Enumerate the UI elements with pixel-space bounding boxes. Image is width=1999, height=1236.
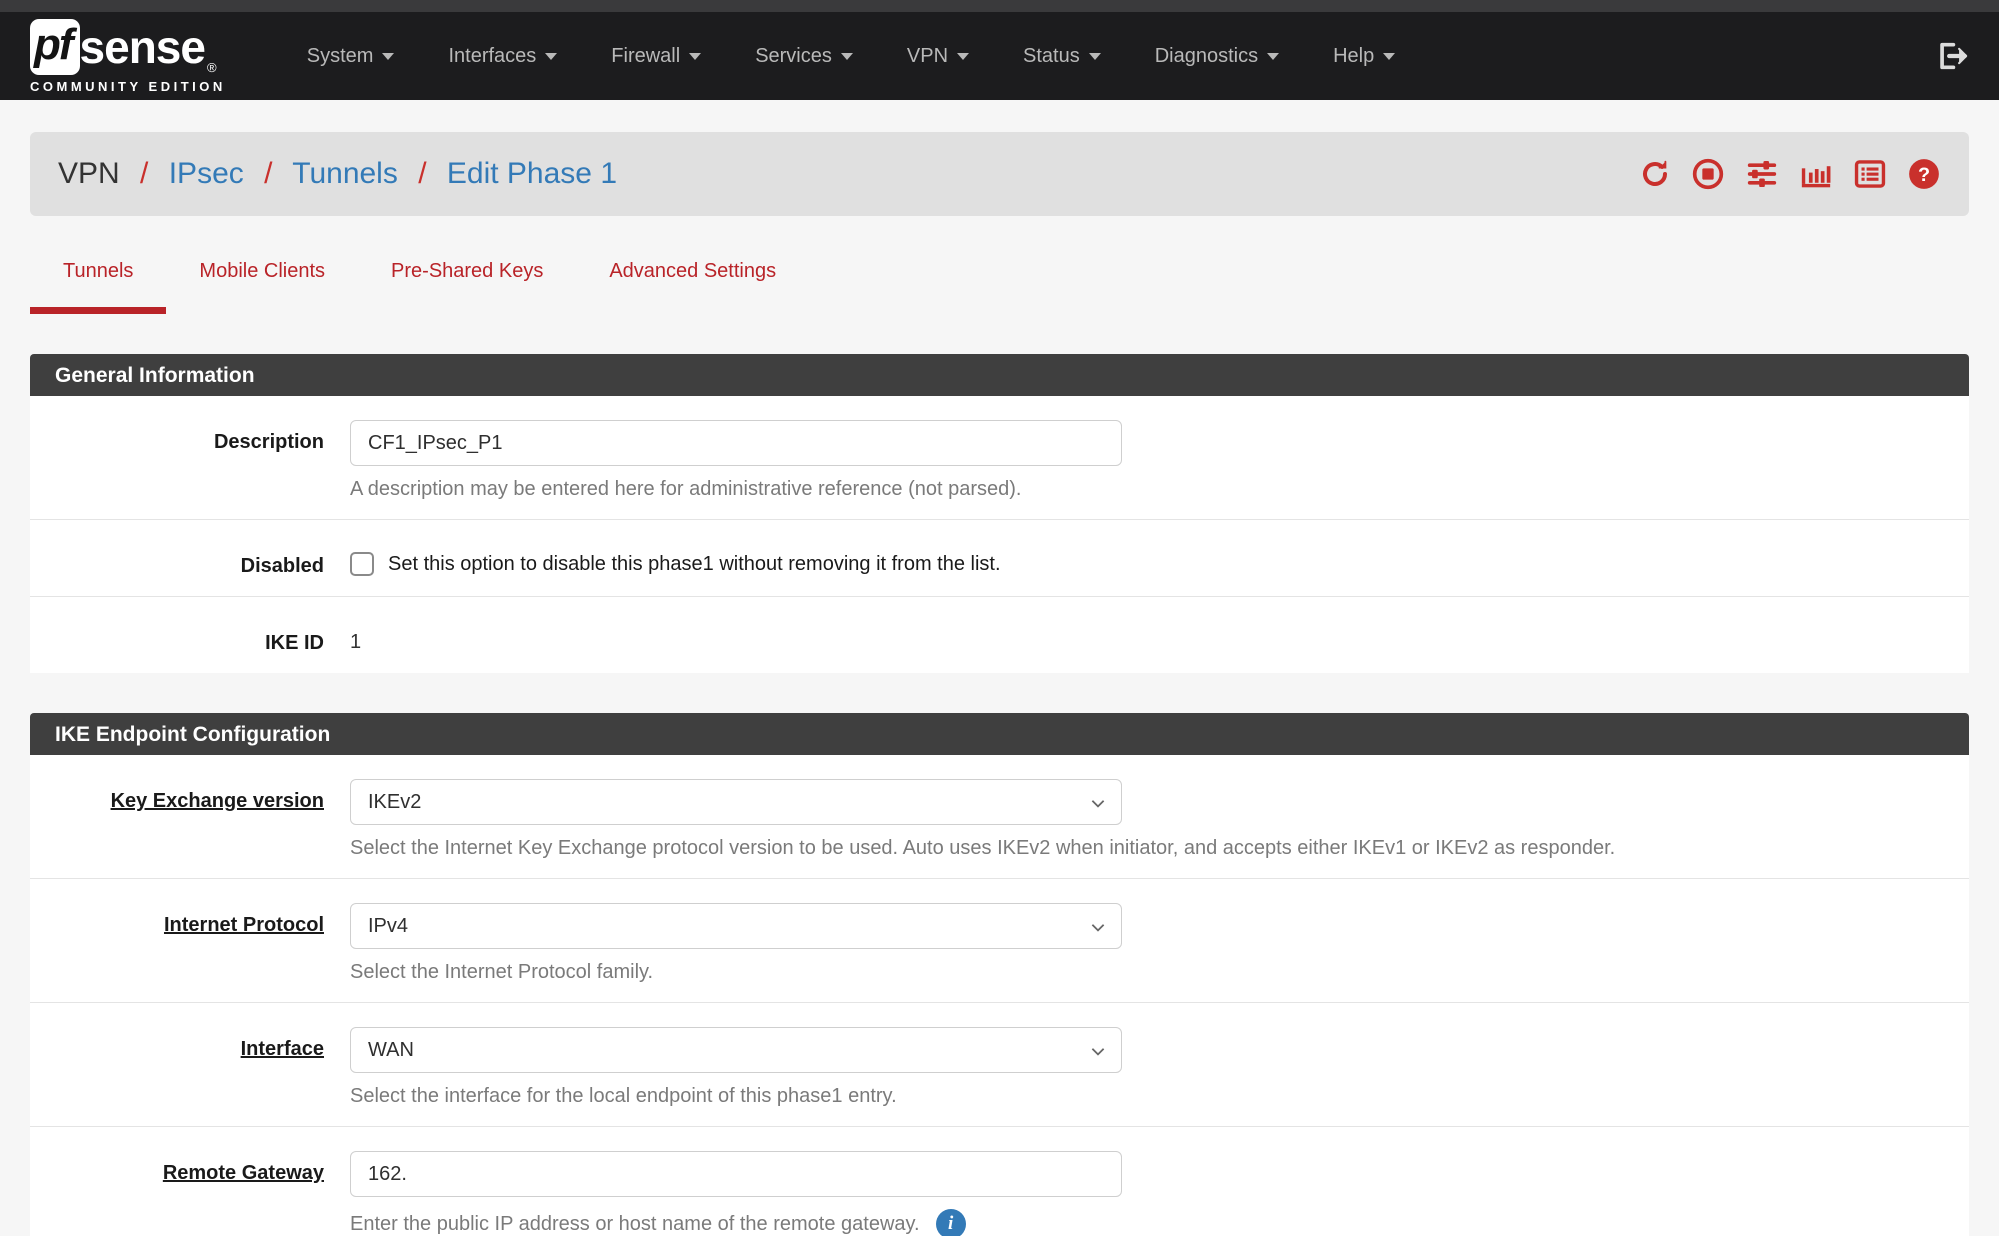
- chevron-down-icon: [545, 53, 557, 60]
- chevron-down-icon: [957, 53, 969, 60]
- refresh-icon[interactable]: [1639, 158, 1671, 190]
- menu-system[interactable]: System: [280, 45, 422, 68]
- description-help: A description may be entered here for ad…: [350, 478, 1969, 501]
- logo-text: sense: [80, 24, 205, 70]
- chevron-down-icon: [1089, 918, 1107, 942]
- chevron-down-icon: [1089, 794, 1107, 818]
- tab-advanced-settings[interactable]: Advanced Settings: [576, 260, 809, 314]
- remote-gateway-help: Enter the public IP address or host name…: [350, 1209, 1969, 1236]
- menu-diagnostics[interactable]: Diagnostics: [1128, 45, 1306, 68]
- chevron-down-icon: [841, 53, 853, 60]
- chevron-down-icon: [689, 53, 701, 60]
- logo-subtitle: COMMUNITY EDITION: [30, 79, 226, 94]
- bar-chart-icon[interactable]: [1799, 157, 1833, 191]
- breadcrumb-toolbar: ?: [1639, 157, 1941, 191]
- disabled-checkbox-label[interactable]: Set this option to disable this phase1 w…: [388, 553, 1001, 576]
- disabled-checkbox[interactable]: [350, 552, 374, 576]
- key-exchange-select[interactable]: IKEv2: [350, 779, 1122, 825]
- internet-protocol-label: Internet Protocol: [30, 903, 350, 984]
- pf-logo-badge: pf: [30, 19, 80, 75]
- top-strip: [0, 0, 1999, 12]
- ike-id-label: IKE ID: [30, 621, 350, 655]
- breadcrumb-link-tunnels[interactable]: Tunnels: [292, 157, 398, 190]
- description-label: Description: [30, 420, 350, 501]
- chevron-down-icon: [1089, 1042, 1107, 1066]
- interface-row: Interface WAN Select the interface for t…: [30, 1003, 1969, 1127]
- disabled-row: Disabled Set this option to disable this…: [30, 520, 1969, 597]
- menu-services[interactable]: Services: [728, 45, 880, 68]
- key-exchange-help: Select the Internet Key Exchange protoco…: [350, 837, 1969, 860]
- interface-help: Select the interface for the local endpo…: [350, 1085, 1969, 1108]
- interface-select[interactable]: WAN: [350, 1027, 1122, 1073]
- section-title-general: General Information: [30, 354, 1969, 396]
- tab-bar: Tunnels Mobile Clients Pre-Shared Keys A…: [30, 260, 1969, 314]
- sliders-icon[interactable]: [1745, 157, 1779, 191]
- navbar: pf sense ® COMMUNITY EDITION System Inte…: [0, 12, 1999, 100]
- ike-id-row: IKE ID 1: [30, 597, 1969, 673]
- description-input[interactable]: [350, 420, 1122, 466]
- tab-mobile-clients[interactable]: Mobile Clients: [166, 260, 358, 314]
- interface-label: Interface: [30, 1027, 350, 1108]
- info-icon[interactable]: i: [936, 1209, 966, 1236]
- menu-interfaces[interactable]: Interfaces: [421, 45, 584, 68]
- tab-tunnels[interactable]: Tunnels: [30, 260, 166, 314]
- chevron-down-icon: [382, 53, 394, 60]
- sign-out-icon[interactable]: [1935, 39, 1969, 73]
- menu-status[interactable]: Status: [996, 45, 1128, 68]
- ike-id-value: 1: [350, 621, 1969, 654]
- breadcrumb: VPN / IPsec / Tunnels / Edit Phase 1: [58, 157, 617, 191]
- chevron-down-icon: [1267, 53, 1279, 60]
- key-exchange-label: Key Exchange version: [30, 779, 350, 860]
- menu-firewall[interactable]: Firewall: [584, 45, 728, 68]
- stop-circle-icon[interactable]: [1691, 157, 1725, 191]
- general-panel: Description A description may be entered…: [30, 396, 1969, 673]
- chevron-down-icon: [1383, 53, 1395, 60]
- remote-gateway-row: Remote Gateway Enter the public IP addre…: [30, 1127, 1969, 1236]
- breadcrumb-root: VPN: [58, 157, 120, 190]
- key-exchange-row: Key Exchange version IKEv2 Select the In…: [30, 755, 1969, 879]
- internet-protocol-row: Internet Protocol IPv4 Select the Intern…: [30, 879, 1969, 1003]
- remote-gateway-input[interactable]: [350, 1151, 1122, 1197]
- disabled-label: Disabled: [30, 544, 350, 578]
- section-title-ike-endpoint: IKE Endpoint Configuration: [30, 713, 1969, 755]
- svg-text:?: ?: [1918, 164, 1930, 186]
- ike-endpoint-panel: Key Exchange version IKEv2 Select the In…: [30, 755, 1969, 1236]
- internet-protocol-select[interactable]: IPv4: [350, 903, 1122, 949]
- list-icon[interactable]: [1853, 157, 1887, 191]
- breadcrumb-current[interactable]: Edit Phase 1: [447, 157, 617, 190]
- description-row: Description A description may be entered…: [30, 396, 1969, 520]
- menu-vpn[interactable]: VPN: [880, 45, 996, 68]
- tab-pre-shared-keys[interactable]: Pre-Shared Keys: [358, 260, 576, 314]
- menu-help[interactable]: Help: [1306, 45, 1422, 68]
- remote-gateway-label: Remote Gateway: [30, 1151, 350, 1236]
- question-circle-icon[interactable]: ?: [1907, 157, 1941, 191]
- registered-mark: ®: [207, 60, 217, 75]
- breadcrumb-bar: VPN / IPsec / Tunnels / Edit Phase 1: [30, 132, 1969, 216]
- pfsense-logo[interactable]: pf sense ® COMMUNITY EDITION: [30, 19, 226, 94]
- main-menu: System Interfaces Firewall Services VPN …: [280, 45, 1422, 68]
- chevron-down-icon: [1089, 53, 1101, 60]
- internet-protocol-help: Select the Internet Protocol family.: [350, 961, 1969, 984]
- breadcrumb-link-ipsec[interactable]: IPsec: [169, 157, 244, 190]
